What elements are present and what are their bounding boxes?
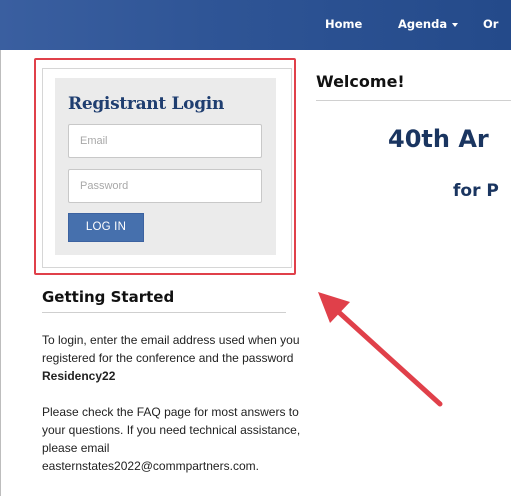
nav-agenda-label: Agenda: [398, 17, 448, 31]
nav-agenda[interactable]: Agenda: [398, 17, 459, 31]
password-field[interactable]: Password: [68, 169, 262, 203]
hero-subtitle: for P: [453, 181, 499, 201]
welcome-divider: [316, 100, 511, 101]
login-button[interactable]: LOG IN: [68, 213, 144, 242]
email-field[interactable]: Email: [68, 124, 262, 158]
getting-started-title: Getting Started: [42, 288, 175, 306]
chevron-down-icon: [452, 22, 459, 27]
login-instructions: To login, enter the email address used w…: [42, 331, 302, 385]
nav-overflow-item[interactable]: Or: [483, 17, 498, 31]
nav-home[interactable]: Home: [325, 17, 362, 31]
top-navbar: Home Agenda Or: [0, 0, 511, 50]
password-hint: Residency22: [42, 369, 116, 383]
help-text: Please check the FAQ page for most answe…: [42, 405, 301, 473]
login-title: Registrant Login: [68, 94, 225, 114]
hero-title: 40th Ar: [388, 125, 489, 153]
welcome-heading: Welcome!: [316, 72, 405, 91]
section-divider: [42, 312, 286, 313]
login-instructions-text: To login, enter the email address used w…: [42, 333, 300, 365]
